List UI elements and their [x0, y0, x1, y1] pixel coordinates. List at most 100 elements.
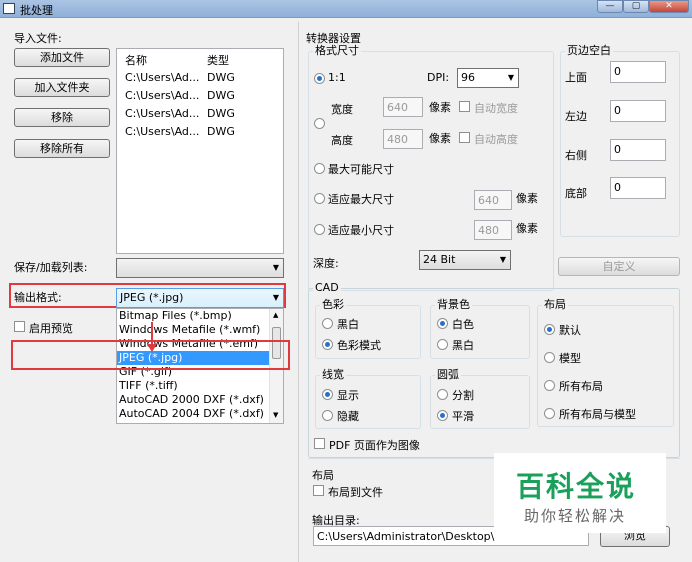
minimize-button[interactable]: — — [597, 0, 623, 13]
format-option[interactable]: AutoCAD 2004 DXF (*.dxf) — [117, 407, 269, 421]
color-mode-label: 色彩模式 — [337, 339, 381, 352]
panel-divider — [298, 22, 299, 562]
auto-width-label: 自动宽度 — [474, 102, 518, 115]
close-button[interactable]: ✕ — [649, 0, 689, 13]
format-option[interactable]: Bitmap Files (*.bmp) — [117, 309, 269, 323]
format-size-label: 格式尺寸 — [313, 44, 361, 58]
fit-min-radio[interactable] — [314, 224, 325, 235]
layout-label: 布局 — [542, 298, 568, 312]
depth-select[interactable]: 24 Bit ▼ — [419, 250, 511, 270]
layout-default-label: 默认 — [559, 324, 581, 337]
auto-height-label: 自动高度 — [474, 133, 518, 146]
dpi-label: DPI: — [427, 71, 450, 84]
margin-right-input[interactable]: 0 — [610, 139, 666, 161]
add-file-button[interactable]: 添加文件 — [14, 48, 110, 67]
column-header-name[interactable]: 名称 — [125, 52, 147, 68]
file-list-row[interactable]: C:\Users\Ad... DWG — [117, 105, 283, 123]
add-folder-button[interactable]: 加入文件夹 — [14, 78, 110, 97]
file-name: C:\Users\Ad... — [125, 125, 200, 138]
max-size-label: 最大可能尺寸 — [328, 163, 394, 176]
pdf-as-image-checkbox[interactable] — [314, 438, 325, 449]
arc-split-radio[interactable] — [437, 389, 448, 400]
watermark-sub-text: 助你轻松解决 — [524, 507, 627, 525]
remove-all-button[interactable]: 移除所有 — [14, 139, 110, 158]
bg-white-label: 白色 — [452, 318, 474, 331]
format-option[interactable]: AutoCAD 2000 DXF (*.dxf) — [117, 393, 269, 407]
file-list-row[interactable]: C:\Users\Ad... DWG — [117, 69, 283, 87]
scroll-down-icon[interactable]: ▼ — [273, 411, 278, 419]
layout-model-radio[interactable] — [544, 352, 555, 363]
margin-top-input[interactable]: 0 — [610, 61, 666, 83]
auto-height-checkbox[interactable] — [459, 132, 470, 143]
margin-bottom-input[interactable]: 0 — [610, 177, 666, 199]
lineweight-hide-label: 隐藏 — [337, 410, 359, 423]
lineweight-hide-radio[interactable] — [322, 410, 333, 421]
arc-group: 圆弧 分割 平滑 — [430, 368, 530, 429]
format-option[interactable]: Windows Metafile (*.wmf) — [117, 323, 269, 337]
window-title: 批处理 — [20, 4, 53, 17]
height-input[interactable]: 480 — [383, 129, 423, 149]
bg-white-radio[interactable] — [437, 318, 448, 329]
lineweight-show-radio[interactable] — [322, 389, 333, 400]
batch-dialog: 导入文件: 添加文件 加入文件夹 移除 移除所有 名称 类型 C:\Users\… — [0, 18, 692, 562]
save-load-list-select[interactable]: ▼ — [116, 258, 284, 278]
arc-label: 圆弧 — [435, 368, 461, 382]
file-list[interactable]: 名称 类型 C:\Users\Ad... DWG C:\Users\Ad... DWG… — [116, 48, 284, 254]
bg-black-radio[interactable] — [437, 339, 448, 350]
file-type: DWG — [207, 107, 235, 120]
chevron-down-icon: ▼ — [272, 293, 279, 302]
margin-bottom-label: 底部 — [565, 187, 587, 200]
remove-button[interactable]: 移除 — [14, 108, 110, 127]
column-header-type[interactable]: 类型 — [207, 52, 229, 68]
watermark: 百科全说 助你轻松解决 — [494, 453, 666, 533]
arc-smooth-radio[interactable] — [437, 410, 448, 421]
auto-width-checkbox[interactable] — [459, 101, 470, 112]
output-format-select[interactable]: JPEG (*.jpg) ▼ — [116, 288, 284, 308]
custom-size-radio[interactable] — [314, 118, 325, 129]
background-label: 背景色 — [435, 298, 472, 312]
enable-preview-label: 启用预览 — [29, 322, 73, 335]
file-type: DWG — [207, 89, 235, 102]
fit-min-input[interactable]: 480 — [474, 220, 512, 240]
chevron-down-icon: ▼ — [499, 255, 506, 264]
cad-group: CAD 色彩 黑白 色彩模式 背景色 白色 黑白 布局 默认 模型 所有布局 所… — [308, 281, 680, 458]
layout-default-radio[interactable] — [544, 324, 555, 335]
ratio-1-1-radio[interactable] — [314, 73, 325, 84]
color-mode-radio[interactable] — [322, 339, 333, 350]
layout-section-label: 布局 — [312, 469, 334, 482]
layout-to-file-label: 布局到文件 — [328, 486, 383, 499]
height-pixel-label: 像素 — [429, 132, 451, 145]
fit-max-radio[interactable] — [314, 193, 325, 204]
dpi-select[interactable]: 96 ▼ — [457, 68, 519, 88]
width-pixel-label: 像素 — [429, 101, 451, 114]
width-input[interactable]: 640 — [383, 97, 423, 117]
cad-label: CAD — [313, 281, 341, 295]
layout-to-file-checkbox[interactable] — [313, 485, 324, 496]
layout-model-label: 模型 — [559, 352, 581, 365]
ratio-1-1-label: 1:1 — [328, 71, 346, 84]
window-app-icon — [3, 3, 15, 14]
margin-left-input[interactable]: 0 — [610, 100, 666, 122]
file-name: C:\Users\Ad... — [125, 107, 200, 120]
fit-max-input[interactable]: 640 — [474, 190, 512, 210]
scroll-up-icon[interactable]: ▲ — [273, 311, 278, 319]
fit-max-pixel-label: 像素 — [516, 192, 538, 205]
custom-button[interactable]: 自定义 — [558, 257, 680, 276]
pdf-as-image-label: PDF 页面作为图像 — [329, 439, 420, 452]
height-label: 高度 — [331, 134, 353, 147]
depth-label: 深度: — [313, 257, 339, 270]
file-list-row[interactable]: C:\Users\Ad... DWG — [117, 87, 283, 105]
bw-radio[interactable] — [322, 318, 333, 329]
format-size-group: 格式尺寸 1:1 DPI: 96 ▼ 宽度 640 像素 自动宽度 高度 480 … — [308, 44, 554, 291]
all-layouts-model-radio[interactable] — [544, 408, 555, 419]
all-layouts-radio[interactable] — [544, 380, 555, 391]
format-option[interactable]: TIFF (*.tiff) — [117, 379, 269, 393]
file-name: C:\Users\Ad... — [125, 89, 200, 102]
file-list-row[interactable]: C:\Users\Ad... DWG — [117, 123, 283, 141]
max-size-radio[interactable] — [314, 163, 325, 174]
lineweight-group: 线宽 显示 隐藏 — [315, 368, 421, 429]
import-files-label: 导入文件: — [14, 32, 62, 45]
output-format-value: JPEG (*.jpg) — [120, 291, 184, 304]
enable-preview-checkbox[interactable] — [14, 321, 25, 332]
maximize-button[interactable]: ▢ — [623, 0, 649, 13]
